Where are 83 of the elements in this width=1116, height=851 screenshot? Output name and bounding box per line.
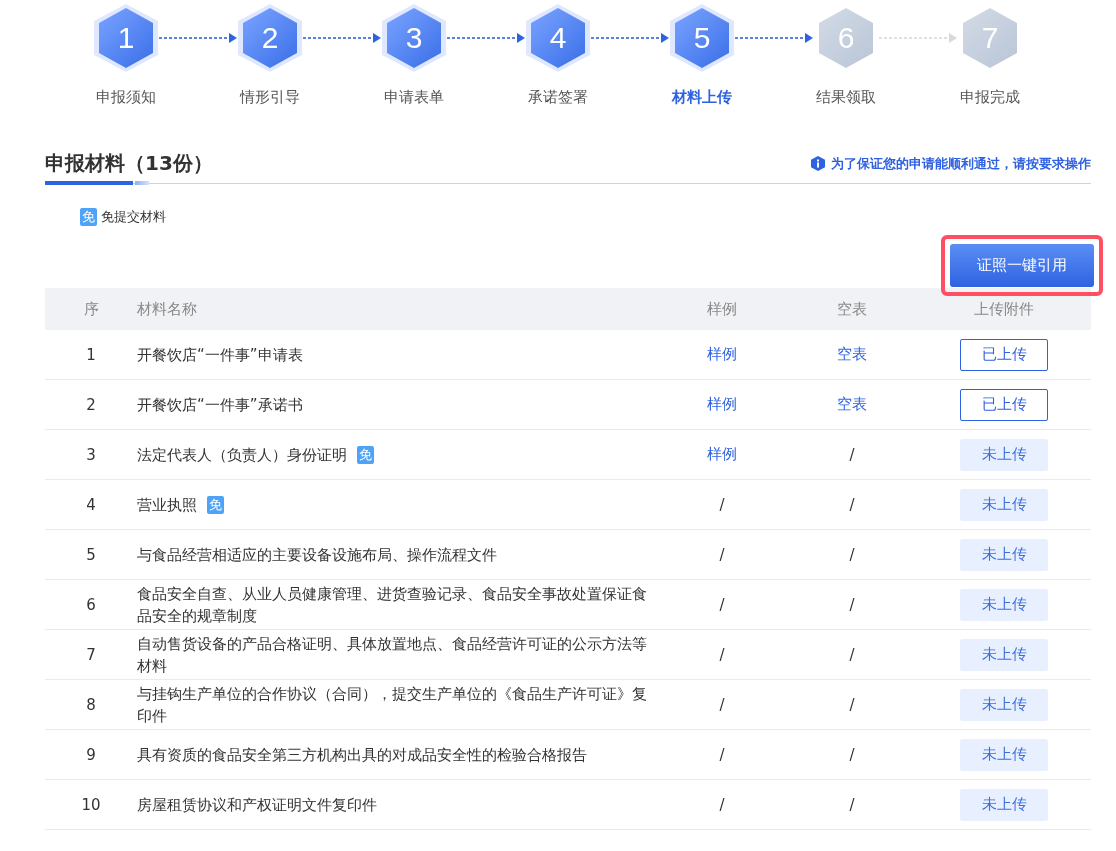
blank-form-link[interactable]: 空表 bbox=[837, 345, 867, 363]
row-number: 4 bbox=[45, 479, 137, 530]
not-applicable-text: / bbox=[719, 795, 725, 814]
row-number: 1 bbox=[45, 330, 137, 380]
sample-link[interactable]: 样例 bbox=[707, 345, 737, 363]
step-number-badge: 6 bbox=[819, 8, 873, 68]
material-name: 食品安全自查、从业人员健康管理、进货查验记录、食品安全事故处置保证食品安全的规章制度 bbox=[137, 583, 648, 627]
info-icon bbox=[811, 156, 825, 171]
step-number-badge: 5 bbox=[675, 8, 729, 68]
upload-button[interactable]: 未上传 bbox=[960, 688, 1048, 721]
column-header: 上传附件 bbox=[917, 288, 1091, 330]
material-name: 自动售货设备的产品合格证明、具体放置地点、食品经营许可证的公示方法等材料 bbox=[137, 633, 648, 677]
row-number: 9 bbox=[45, 729, 137, 780]
sample-link[interactable]: 样例 bbox=[707, 445, 737, 463]
upload-button[interactable]: 未上传 bbox=[960, 788, 1048, 821]
material-name: 开餐饮店“一件事”承诺书 bbox=[137, 394, 303, 416]
row-number: 7 bbox=[45, 629, 137, 680]
upload-button[interactable]: 未上传 bbox=[960, 438, 1048, 471]
quote-license-button[interactable]: 证照一键引用 bbox=[950, 244, 1094, 287]
exempt-badge: 免 bbox=[357, 445, 374, 464]
arrow-icon bbox=[159, 33, 237, 43]
step-label: 申报完成 bbox=[960, 88, 1020, 107]
material-name: 与挂钩生产单位的合作协议（合同），提交生产单位的《食品生产许可证》复印件 bbox=[137, 683, 648, 727]
step-number-badge: 2 bbox=[243, 8, 297, 68]
not-applicable-text: / bbox=[849, 645, 855, 664]
step-number-badge: 3 bbox=[387, 8, 441, 68]
notice-text: 为了保证您的申请能顺利通过，请按要求操作 bbox=[831, 154, 1091, 173]
not-applicable-text: / bbox=[849, 595, 855, 614]
step-label: 承诺签署 bbox=[528, 88, 588, 107]
step-label: 结果领取 bbox=[816, 88, 876, 107]
not-applicable-text: / bbox=[849, 795, 855, 814]
row-number: 10 bbox=[45, 779, 137, 830]
column-header: 样例 bbox=[657, 288, 787, 330]
upload-button[interactable]: 未上传 bbox=[960, 588, 1048, 621]
row-number: 3 bbox=[45, 429, 137, 480]
not-applicable-text: / bbox=[719, 695, 725, 714]
upload-button[interactable]: 未上传 bbox=[960, 538, 1048, 571]
step-label: 材料上传 bbox=[672, 88, 732, 107]
material-name: 房屋租赁协议和产权证明文件复印件 bbox=[137, 794, 377, 816]
not-applicable-text: / bbox=[849, 495, 855, 514]
exempt-badge: 免 bbox=[80, 208, 97, 226]
not-applicable-text: / bbox=[849, 545, 855, 564]
step-label: 情形引导 bbox=[240, 88, 300, 107]
not-applicable-text: / bbox=[849, 695, 855, 714]
upload-button[interactable]: 未上传 bbox=[960, 738, 1048, 771]
column-header: 序 bbox=[45, 288, 137, 330]
not-applicable-text: / bbox=[849, 745, 855, 764]
arrow-icon bbox=[591, 33, 669, 43]
row-number: 8 bbox=[45, 679, 137, 730]
arrow-icon bbox=[879, 33, 957, 43]
step-label: 申请表单 bbox=[384, 88, 444, 107]
material-name: 具有资质的食品安全第三方机构出具的对成品安全性的检验合格报告 bbox=[137, 744, 587, 766]
sample-link[interactable]: 样例 bbox=[707, 395, 737, 413]
row-number: 6 bbox=[45, 579, 137, 630]
column-header: 空表 bbox=[787, 288, 917, 330]
material-name: 法定代表人（负责人）身份证明 bbox=[137, 444, 347, 466]
row-number: 5 bbox=[45, 529, 137, 580]
not-applicable-text: / bbox=[719, 645, 725, 664]
step-label: 申报须知 bbox=[96, 88, 156, 107]
arrow-icon bbox=[447, 33, 525, 43]
material-name: 与食品经营相适应的主要设备设施布局、操作流程文件 bbox=[137, 544, 497, 566]
row-number: 2 bbox=[45, 379, 137, 430]
not-applicable-text: / bbox=[719, 745, 725, 764]
step-number-badge: 7 bbox=[963, 8, 1017, 68]
blank-form-link[interactable]: 空表 bbox=[837, 395, 867, 413]
step-number-badge: 1 bbox=[99, 8, 153, 68]
upload-button[interactable]: 已上传 bbox=[960, 338, 1048, 371]
arrow-icon bbox=[735, 33, 813, 43]
material-name: 开餐饮店“一件事”申请表 bbox=[137, 344, 303, 366]
not-applicable-text: / bbox=[849, 445, 855, 464]
exempt-badge: 免 bbox=[207, 495, 224, 514]
not-applicable-text: / bbox=[719, 545, 725, 564]
column-header: 材料名称 bbox=[137, 288, 657, 330]
upload-button[interactable]: 未上传 bbox=[960, 488, 1048, 521]
upload-button[interactable]: 已上传 bbox=[960, 388, 1048, 421]
not-applicable-text: / bbox=[719, 495, 725, 514]
step-number-badge: 4 bbox=[531, 8, 585, 68]
not-applicable-text: / bbox=[719, 595, 725, 614]
legend-label: 免提交材料 bbox=[101, 208, 166, 226]
arrow-icon bbox=[303, 33, 381, 43]
material-name: 营业执照 bbox=[137, 494, 197, 516]
upload-button[interactable]: 未上传 bbox=[960, 638, 1048, 671]
section-title: 申报材料（13份） bbox=[45, 150, 213, 177]
